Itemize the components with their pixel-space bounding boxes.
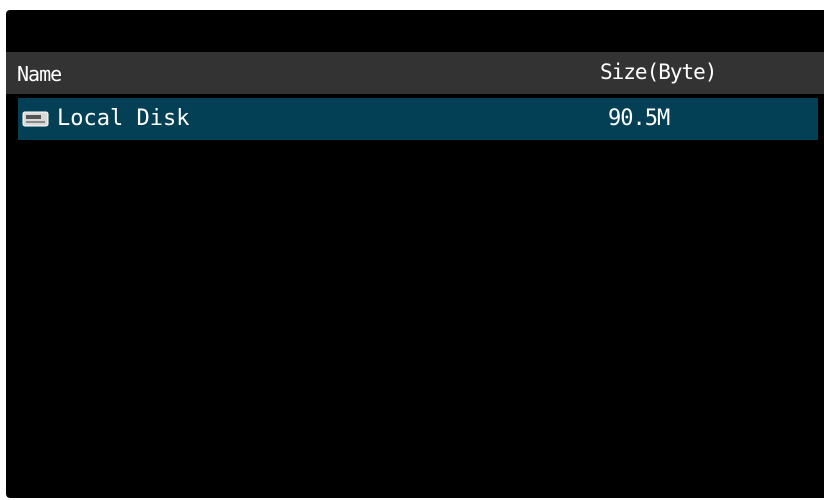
disk-drive-icon — [22, 111, 49, 127]
row-name-label: Local Disk — [57, 106, 190, 131]
row-size-label: 90.5M — [608, 106, 670, 131]
file-row-local-disk[interactable]: Local Disk 90.5M — [18, 98, 818, 140]
file-browser-window: Name Size(Byte) Local Disk 90.5M — [6, 10, 824, 498]
column-header-size[interactable]: Size(Byte) — [600, 60, 717, 84]
list-header: Name Size(Byte) — [6, 52, 824, 94]
column-header-name[interactable]: Name — [17, 62, 62, 86]
